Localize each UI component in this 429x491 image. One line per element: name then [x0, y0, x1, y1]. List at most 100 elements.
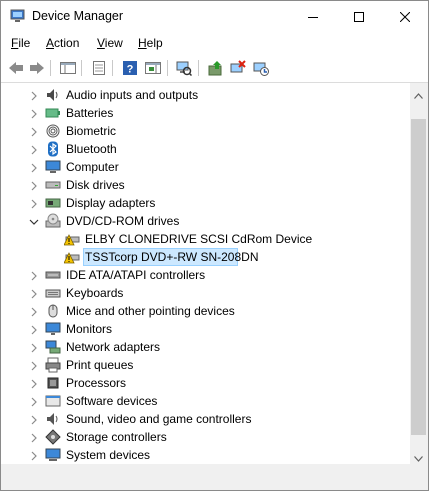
tree-category[interactable]: Software devices	[1, 392, 410, 410]
tree-item-label: DVD/CD-ROM drives	[66, 214, 180, 228]
processor-icon	[45, 375, 61, 391]
tree-category[interactable]: Print queues	[1, 356, 410, 374]
chevron-right-icon[interactable]	[29, 306, 39, 317]
tree-category[interactable]: Bluetooth	[1, 140, 410, 158]
tree-category[interactable]: Network adapters	[1, 338, 410, 356]
scroll-down-icon[interactable]	[414, 451, 423, 465]
display-adapter-icon	[45, 195, 61, 211]
chevron-right-icon[interactable]	[29, 414, 39, 425]
minimize-button[interactable]	[290, 1, 336, 32]
tree-item-label: Storage controllers	[66, 430, 167, 444]
network-adapter-icon	[45, 339, 61, 355]
tree-category[interactable]: Audio inputs and outputs	[1, 86, 410, 104]
tree-category[interactable]: Storage controllers	[1, 428, 410, 446]
chevron-right-icon[interactable]	[29, 378, 39, 389]
chevron-right-icon[interactable]	[29, 198, 39, 209]
tree-item-label: Software devices	[66, 394, 158, 408]
tree-item-label: Print queues	[66, 358, 134, 372]
toolbar-separator	[50, 60, 51, 76]
vertical-scrollbar[interactable]	[410, 83, 427, 464]
tree-category[interactable]: Display adapters	[1, 194, 410, 212]
tree-item-label: Keyboards	[66, 286, 124, 300]
tree-category[interactable]: Biometric	[1, 122, 410, 140]
tree-item-label: TSSTcorp DVD+-RW SN-208DN	[85, 250, 259, 264]
tree-item-label: Disk drives	[66, 178, 125, 192]
sound-controller-icon	[45, 411, 61, 427]
toolbar: ?	[1, 54, 428, 83]
tree-category[interactable]: IDE ATA/ATAPI controllers	[1, 266, 410, 284]
keyboard-icon	[45, 285, 61, 301]
vertical-scroll-thumb[interactable]	[411, 119, 426, 435]
computer-icon	[45, 159, 61, 175]
mouse-icon	[45, 303, 61, 319]
tree-category[interactable]: Mice and other pointing devices	[1, 302, 410, 320]
tree-item-label: Display adapters	[66, 196, 156, 210]
horizontal-scrollbar[interactable]	[1, 464, 427, 481]
menu-view[interactable]: View	[97, 36, 123, 50]
chevron-right-icon[interactable]	[29, 396, 39, 407]
window-title: Device Manager	[32, 9, 124, 23]
chevron-right-icon[interactable]	[29, 450, 39, 461]
software-device-icon	[45, 393, 61, 409]
tree-category[interactable]: Disk drives	[1, 176, 410, 194]
chevron-right-icon[interactable]	[29, 288, 39, 299]
tree-item-label: Computer	[66, 160, 119, 174]
device-manager-window: Device Manager File Action View Help ? A…	[0, 0, 429, 491]
help-icon[interactable]: ?	[121, 59, 139, 77]
forward-icon[interactable]	[28, 59, 46, 77]
back-icon[interactable]	[7, 59, 25, 77]
chevron-right-icon[interactable]	[29, 108, 39, 119]
device-manager-app-icon	[10, 9, 25, 23]
chevron-right-icon[interactable]	[29, 180, 39, 191]
tree-item-label: ELBY CLONEDRIVE SCSI CdRom Device	[85, 232, 313, 246]
chevron-right-icon[interactable]	[29, 324, 39, 335]
maximize-button[interactable]	[336, 1, 382, 32]
show-hide-console-tree-icon[interactable]	[59, 59, 77, 77]
ide-controller-icon	[45, 267, 61, 283]
close-button[interactable]	[382, 1, 428, 32]
chevron-down-icon[interactable]	[29, 216, 39, 226]
dvd-drive-icon	[45, 213, 61, 229]
chevron-right-icon[interactable]	[29, 360, 39, 371]
tree-category[interactable]: Sound, video and game controllers	[1, 410, 410, 428]
tree-category[interactable]: Keyboards	[1, 284, 410, 302]
scroll-up-icon[interactable]	[414, 88, 423, 102]
tree-category[interactable]: Batteries	[1, 104, 410, 122]
system-device-icon	[45, 447, 61, 463]
menu-help[interactable]: Help	[138, 36, 163, 50]
scan-hardware-changes-icon[interactable]	[175, 59, 193, 77]
tree-category[interactable]: Processors	[1, 374, 410, 392]
tree-category[interactable]: Monitors	[1, 320, 410, 338]
menu-action[interactable]: Action	[46, 36, 79, 50]
chevron-right-icon[interactable]	[29, 126, 39, 137]
tree-item-label: Biometric	[66, 124, 117, 138]
tree-category[interactable]: System devices	[1, 446, 410, 464]
uninstall-device-icon[interactable]	[252, 59, 270, 77]
toolbar-separator	[81, 60, 82, 76]
menu-bar: File Action View Help	[1, 32, 428, 54]
menu-file[interactable]: File	[11, 36, 30, 50]
printer-icon	[45, 357, 61, 373]
tree-item-label: Mice and other pointing devices	[66, 304, 235, 318]
chevron-right-icon[interactable]	[29, 432, 39, 443]
tree-item-label: System devices	[66, 448, 151, 462]
properties-icon[interactable]	[90, 59, 108, 77]
disable-device-icon[interactable]	[229, 59, 247, 77]
action-pane-icon[interactable]	[144, 59, 162, 77]
storage-controller-icon	[45, 429, 61, 445]
monitor-icon	[45, 321, 61, 337]
chevron-right-icon[interactable]	[29, 144, 39, 155]
tree-child-item[interactable]: TSSTcorp DVD+-RW SN-208DN	[1, 248, 410, 266]
tree-category[interactable]: Computer	[1, 158, 410, 176]
chevron-right-icon[interactable]	[29, 342, 39, 353]
tree-item-label: Bluetooth	[66, 142, 117, 156]
update-driver-icon[interactable]	[207, 59, 225, 77]
tree-child-item[interactable]: ELBY CLONEDRIVE SCSI CdRom Device	[1, 230, 410, 248]
title-bar: Device Manager	[1, 1, 428, 32]
tree-item-label: Monitors	[66, 322, 113, 336]
bluetooth-icon	[45, 141, 61, 157]
chevron-right-icon[interactable]	[29, 270, 39, 281]
tree-category[interactable]: DVD/CD-ROM drives	[1, 212, 410, 230]
chevron-right-icon[interactable]	[29, 90, 39, 101]
chevron-right-icon[interactable]	[29, 162, 39, 173]
